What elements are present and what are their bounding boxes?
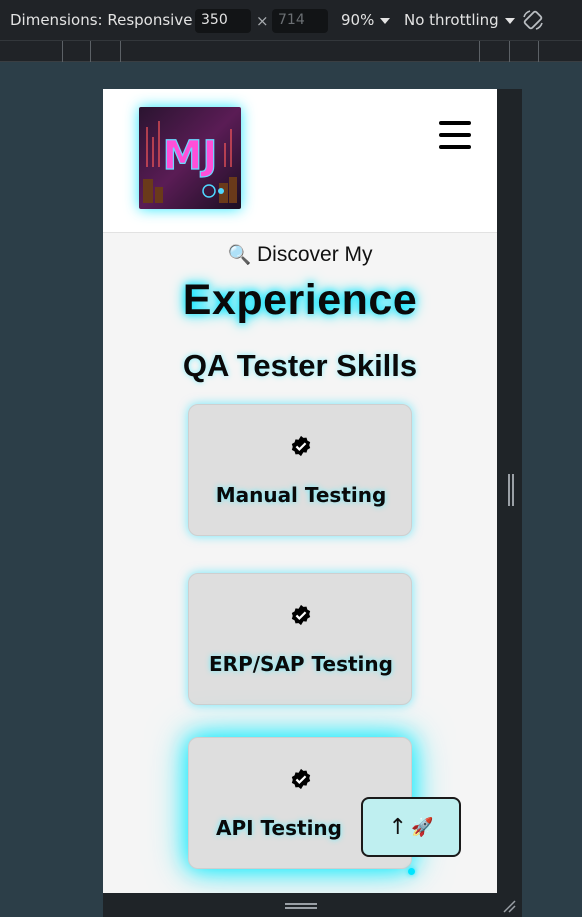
ruler-tick: [62, 41, 63, 62]
chevron-down-icon: [504, 18, 515, 24]
width-input[interactable]: 350: [195, 9, 251, 33]
check-badge-icon: [291, 768, 311, 790]
logo-text: MJ: [163, 133, 218, 179]
logo-image: MJ: [139, 107, 241, 209]
up-arrow-icon: ↑: [388, 814, 407, 840]
device-viewport: MJ 🔍 Discover My Experience QA Tester Sk…: [103, 89, 497, 893]
rocket-icon: 🚀: [411, 816, 434, 838]
dimensions-dropdown[interactable]: Dimensions: Responsive: [10, 11, 209, 29]
ruler-tick: [479, 41, 480, 62]
zoom-value: 90%: [341, 11, 375, 29]
check-badge-icon: [291, 604, 311, 626]
ruler-tick: [538, 41, 539, 62]
chevron-down-icon: [380, 18, 391, 24]
skill-label: Manual Testing: [215, 483, 387, 507]
devtools-device-toolbar: Dimensions: Responsive 350 × 714 90% No …: [0, 0, 582, 40]
skill-card-erp-sap-testing[interactable]: ERP/SAP Testing: [188, 573, 412, 705]
skill-card-manual-testing[interactable]: Manual Testing: [188, 404, 412, 536]
media-query-ruler: [0, 40, 582, 62]
resize-handle-right[interactable]: [508, 474, 514, 506]
hamburger-menu-icon[interactable]: [439, 121, 471, 149]
kicker-text: Discover My: [257, 243, 373, 266]
section-kicker: 🔍 Discover My: [103, 243, 497, 267]
ruler-tick: [509, 41, 510, 62]
check-badge-icon: [291, 435, 311, 457]
skill-label: ERP/SAP Testing: [209, 652, 393, 676]
ruler-tick: [120, 41, 121, 62]
resize-handle-bottom[interactable]: [285, 903, 317, 909]
back-to-top-button[interactable]: ↑ 🚀: [361, 797, 461, 857]
dimension-separator: ×: [256, 12, 269, 30]
throttling-dropdown[interactable]: No throttling: [404, 11, 515, 29]
ruler-tick: [90, 41, 91, 62]
page-title: Experience: [182, 276, 418, 324]
magnifier-icon: 🔍: [227, 245, 252, 266]
height-input[interactable]: 714: [272, 9, 328, 33]
throttling-value: No throttling: [404, 11, 499, 29]
device-bottom-bar: [103, 893, 522, 917]
rotate-icon[interactable]: [521, 8, 545, 32]
site-logo[interactable]: MJ: [139, 107, 241, 209]
skill-label: API Testing: [216, 816, 342, 840]
resize-corner-icon[interactable]: [502, 899, 516, 913]
dimensions-label: Dimensions: Responsive: [10, 11, 193, 29]
scroll-indicator-dot: [408, 868, 415, 875]
skills-heading: QA Tester Skills: [182, 348, 418, 383]
site-header: MJ: [103, 89, 497, 233]
zoom-dropdown[interactable]: 90%: [341, 11, 391, 29]
